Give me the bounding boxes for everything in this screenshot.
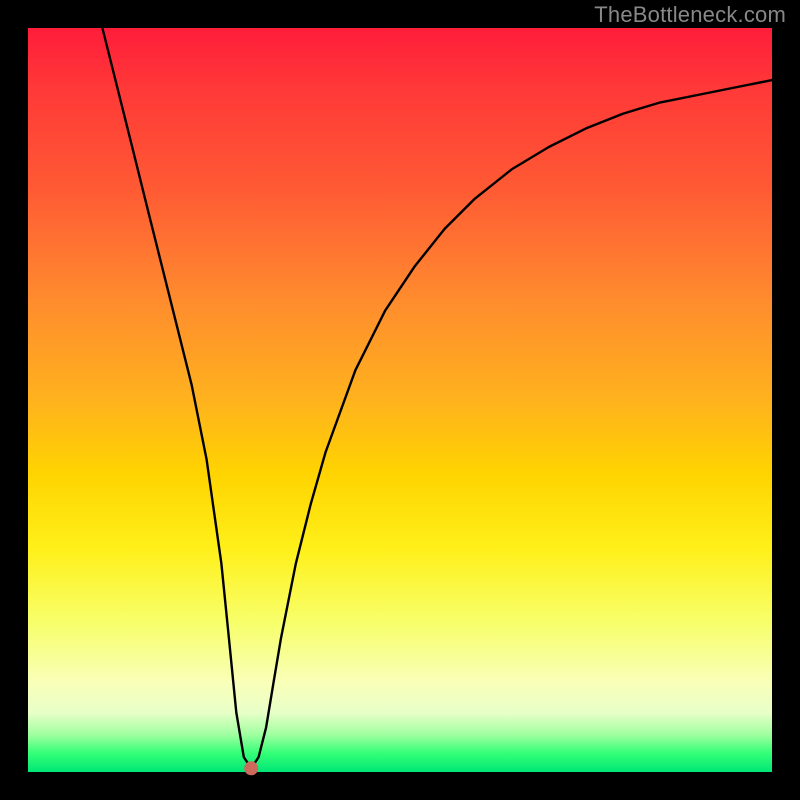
plot-area [28, 28, 772, 772]
watermark-text: TheBottleneck.com [594, 2, 786, 28]
minimum-dot [244, 761, 258, 775]
bottleneck-curve [102, 28, 772, 768]
chart-frame: TheBottleneck.com [0, 0, 800, 800]
curve-layer [28, 28, 772, 772]
